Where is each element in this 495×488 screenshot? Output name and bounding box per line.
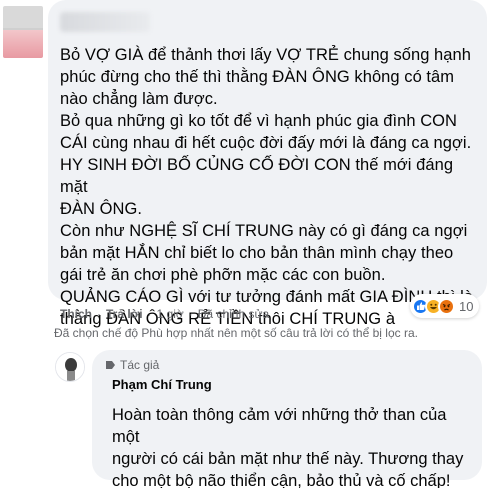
reply-bubble: Tác giả Phạm Chí Trung Hoàn toàn thông c… <box>92 350 482 488</box>
filter-note: Đã chọn chế độ Phù hợp nhất nên một số c… <box>54 326 418 340</box>
comment-text: Bỏ VỢ GIÀ để thảnh thơi lấy VỢ TRẺ chung… <box>60 44 475 330</box>
comment-paragraph: Bỏ VỢ GIÀ để thảnh thơi lấy VỢ TRẺ chung… <box>60 46 471 108</box>
author-badge-label: Tác giả <box>120 358 160 372</box>
edited-label[interactable]: Đã chỉnh sửa <box>198 307 269 321</box>
reply-avatar[interactable] <box>55 352 85 382</box>
commenter-avatar-blurred[interactable] <box>3 6 43 58</box>
like-button[interactable]: Thích <box>60 307 92 321</box>
separator: · <box>188 307 193 321</box>
author-badge: Tác giả <box>104 358 470 372</box>
reply-button[interactable]: Trả lời <box>106 307 143 321</box>
commenter-name-blurred[interactable] <box>60 12 150 32</box>
comment-paragraph: HY SINH ĐỜI BỐ CỦNG CỐ ĐỜI CON thế mới đ… <box>60 156 454 218</box>
reaction-count: 10 <box>459 298 474 314</box>
comment-paragraph: Còn như NGHỆ SĨ CHÍ TRUNG này có gì đáng… <box>60 222 468 284</box>
angry-icon <box>438 297 455 315</box>
reply-author-name[interactable]: Phạm Chí Trung <box>112 377 470 392</box>
separator: · <box>97 307 101 321</box>
comment-bubble: Bỏ VỢ GIÀ để thảnh thơi lấy VỢ TRẺ chung… <box>48 0 487 328</box>
reply-text: Hoàn toàn thông cảm với những thở than c… <box>112 406 464 488</box>
author-badge-icon <box>106 361 115 369</box>
comment-paragraph: Bỏ qua những gì ko tốt để vì hạnh phúc g… <box>60 112 472 152</box>
comment-actions: Thích · Trả lời · 1 giờ · Đã chỉnh sửa <box>60 307 269 321</box>
timestamp[interactable]: 1 giờ <box>157 307 184 321</box>
separator: · <box>147 307 152 321</box>
reaction-summary[interactable]: 10 <box>410 294 480 318</box>
